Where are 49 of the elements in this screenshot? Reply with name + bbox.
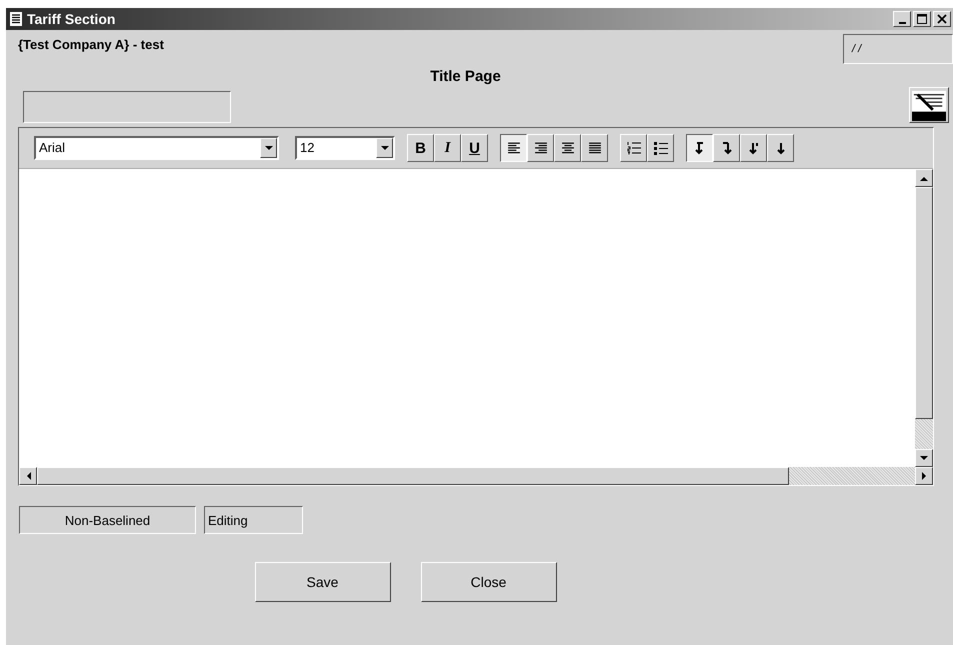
align-right-button[interactable] [527,134,554,162]
down-arrow-icon [748,141,760,155]
status-field: Non-Baselined [19,506,196,534]
vertical-scrollbar[interactable] [915,169,933,467]
scroll-thumb[interactable] [37,467,789,485]
numbered-list-icon [626,141,640,155]
scroll-thumb[interactable] [915,187,933,419]
left-arrow-icon [26,472,30,480]
minimize-button[interactable] [893,11,911,27]
close-icon [936,13,948,25]
maximize-button[interactable] [913,11,931,27]
down-arrow-icon [920,456,928,460]
down-arrow-icon [720,141,732,155]
align-justify-button[interactable] [581,134,608,162]
input-field[interactable] [23,91,231,123]
down-arrow-icon [774,141,786,155]
dialog-button[interactable]: Save [254,562,390,602]
close-button[interactable] [933,11,951,27]
page-heading: Title Page [429,68,502,85]
align-center-button[interactable] [554,134,581,162]
company-label: {Test Company A} - test [18,37,164,52]
numbered-list-button[interactable] [620,134,647,162]
align-center-icon [562,142,574,154]
maximize-icon [916,13,928,25]
dialog-button[interactable]: Close [420,562,556,602]
edit-document-icon[interactable] [909,87,949,123]
paragraph-arrow-button[interactable] [686,134,713,162]
italic-button[interactable]: I [434,134,461,162]
align-left-button[interactable] [500,134,527,162]
size-dropdown[interactable]: 12 [295,136,395,160]
font-dropdown[interactable]: Arial [34,136,279,160]
up-arrow-icon [920,176,928,180]
horizontal-scrollbar[interactable] [19,467,933,485]
date-field[interactable]: / / [843,34,953,64]
right-arrow-icon [922,472,926,480]
bulleted-list-icon [654,141,668,155]
align-left-icon [508,142,520,154]
window-title: Tariff Section [27,11,116,27]
align-right-icon [534,142,546,154]
bold-button[interactable]: B [407,134,434,162]
dropdown-arrow-icon [264,146,272,150]
minimize-icon [898,22,906,24]
underline-button[interactable]: U [461,134,488,162]
status-field: Editing [204,506,303,534]
down-arrow-icon [694,141,706,155]
bulleted-list-button[interactable] [647,134,674,162]
document-icon [10,12,22,26]
dropdown-arrow-icon [380,146,388,150]
align-justify-icon [588,142,600,154]
